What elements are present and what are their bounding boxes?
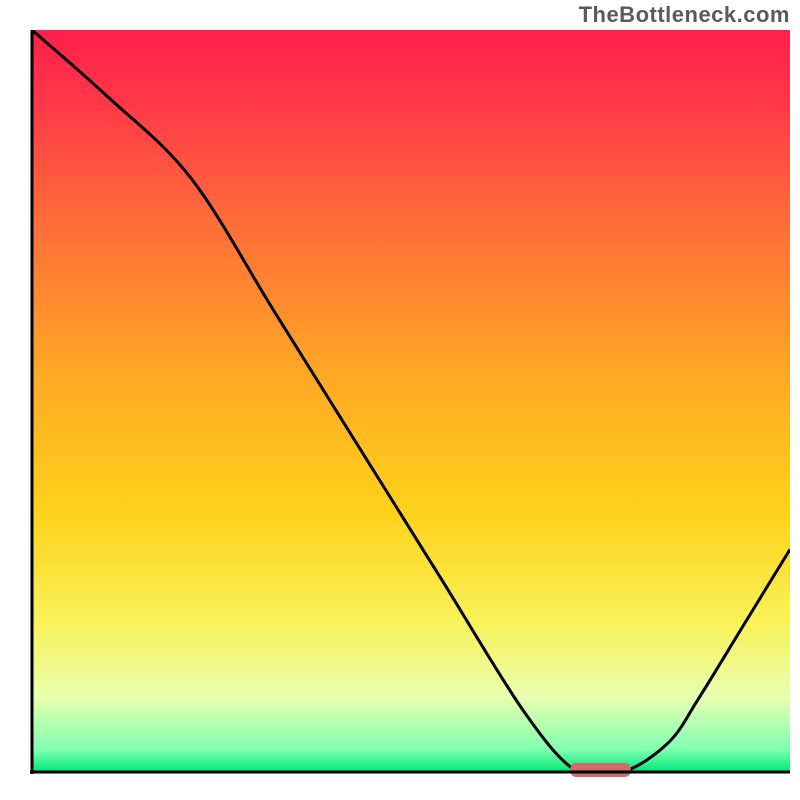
optimal-marker (570, 763, 631, 777)
plot-background (32, 30, 790, 772)
chart-container: TheBottleneck.com (0, 0, 800, 800)
bottleneck-chart (0, 0, 800, 800)
